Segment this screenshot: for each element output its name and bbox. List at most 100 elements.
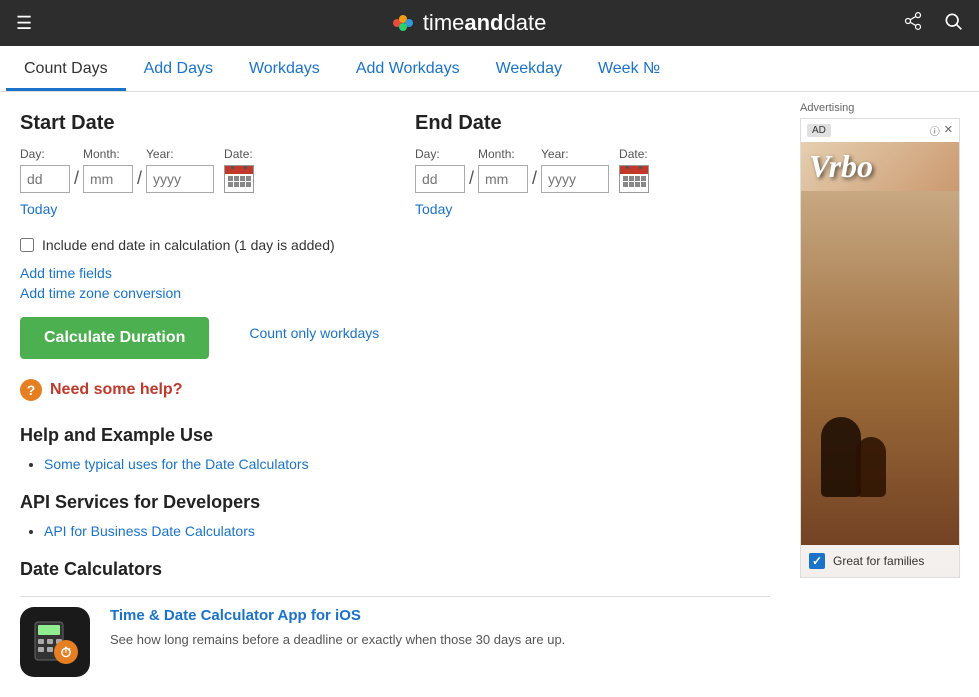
help-links-list: Some typical uses for the Date Calculato… (20, 456, 770, 472)
options-row: Add time fields Add time zone conversion… (20, 265, 770, 379)
list-item: API for Business Date Calculators (44, 523, 770, 539)
end-today-link[interactable]: Today (415, 201, 452, 217)
share-button[interactable] (903, 11, 923, 36)
cal-red-bar (225, 166, 253, 174)
start-day-label: Day: (20, 147, 70, 161)
app-promo-content: Time & Date Calculator App for iOS See h… (110, 607, 565, 677)
start-day-input[interactable] (20, 165, 70, 193)
action-links: Add time fields Add time zone conversion (20, 265, 209, 301)
start-year-label: Year: (146, 147, 214, 161)
start-sep-2: / (137, 168, 142, 189)
ad-close[interactable]: ✕ (944, 123, 953, 138)
ad-box: AD ⓘ ✕ Vrbo ✓ (800, 118, 960, 578)
start-date-fields: Day: / Month: / Year: Date: (20, 147, 375, 193)
content-area: Start Date Day: / Month: / Year: (0, 92, 790, 697)
end-cal-red-bar (620, 166, 648, 174)
start-month-input[interactable] (83, 165, 133, 193)
end-calendar-button[interactable] (619, 165, 649, 193)
ad-checkbox-area: ✓ Great for families (801, 545, 959, 577)
api-links-list: API for Business Date Calculators (20, 523, 770, 539)
api-link[interactable]: API for Business Date Calculators (44, 523, 255, 539)
end-day-label: Day: (415, 147, 465, 161)
cal-grid (226, 174, 253, 189)
include-end-date-checkbox[interactable] (20, 238, 34, 252)
start-date-label: Date: (224, 147, 253, 161)
search-icon (943, 11, 963, 31)
app-promo-title[interactable]: Time & Date Calculator App for iOS (110, 607, 565, 624)
end-year-input[interactable] (541, 165, 609, 193)
tab-week-no[interactable]: Week № (580, 46, 678, 91)
end-sep-1: / (469, 168, 474, 189)
svg-text:⏱: ⏱ (61, 644, 72, 660)
ad-image-area: ✓ Great for families (801, 191, 959, 577)
left-options: Add time fields Add time zone conversion… (20, 265, 209, 379)
ad-brand-text: Vrbo (801, 142, 959, 191)
help-text[interactable]: Need some help? (50, 381, 182, 399)
ad-checkbox-label: Great for families (833, 554, 924, 568)
end-date-title: End Date (415, 112, 770, 135)
person-silhouette-1 (821, 417, 861, 497)
add-timezone-link[interactable]: Add time zone conversion (20, 285, 209, 301)
right-options: Count only workdays (249, 265, 379, 379)
tab-add-days[interactable]: Add Days (126, 46, 231, 91)
start-month-label: Month: (83, 147, 133, 161)
app-icon-image: ⏱ (30, 617, 80, 667)
end-date-section: End Date Day: / Month: / Year: (415, 112, 770, 217)
start-year-input[interactable] (146, 165, 214, 193)
end-date-fields: Day: / Month: / Year: Date: (415, 147, 770, 193)
start-calendar-picker: Date: (224, 147, 254, 193)
end-cal-grid (621, 174, 648, 189)
share-icon (903, 11, 923, 31)
ad-controls: ⓘ ✕ (930, 123, 953, 138)
ad-checkbox: ✓ (809, 553, 825, 569)
end-date-label: Date: (619, 147, 648, 161)
start-year-group: Year: (146, 147, 214, 193)
include-end-date-label[interactable]: Include end date in calculation (1 day i… (42, 237, 335, 253)
logo-bird-icon (389, 12, 417, 34)
date-calc-title: Date Calculators (20, 559, 770, 580)
end-day-input[interactable] (415, 165, 465, 193)
menu-icon[interactable]: ☰ (16, 13, 32, 34)
count-workdays-link[interactable]: Count only workdays (249, 325, 379, 341)
api-title: API Services for Developers (20, 492, 770, 513)
help-section: ? Need some help? (20, 379, 770, 401)
start-day-group: Day: (20, 147, 70, 193)
add-time-fields-link[interactable]: Add time fields (20, 265, 209, 281)
app-promo-section: ⏱ Time & Date Calculator App for iOS See… (20, 596, 770, 677)
end-sep-2: / (532, 168, 537, 189)
tab-workdays[interactable]: Workdays (231, 46, 338, 91)
date-form-row: Start Date Day: / Month: / Year: (20, 112, 770, 217)
start-date-title: Start Date (20, 112, 375, 135)
app-icon: ⏱ (20, 607, 90, 677)
start-date-section: Start Date Day: / Month: / Year: (20, 112, 375, 217)
tab-add-workdays[interactable]: Add Workdays (338, 46, 478, 91)
tab-weekday[interactable]: Weekday (478, 46, 580, 91)
typical-uses-link[interactable]: Some typical uses for the Date Calculato… (44, 456, 309, 472)
start-sep-1: / (74, 168, 79, 189)
end-year-group: Year: (541, 147, 609, 193)
calculate-button[interactable]: Calculate Duration (20, 317, 209, 359)
header-icons (903, 11, 963, 36)
start-month-group: Month: (83, 147, 133, 193)
tab-count-days[interactable]: Count Days (6, 46, 126, 91)
search-button[interactable] (943, 11, 963, 36)
ad-label: Advertising (800, 102, 950, 114)
sidebar: Advertising AD ⓘ ✕ Vrbo (790, 92, 960, 697)
main-layout: Start Date Day: / Month: / Year: (0, 92, 979, 697)
ad-header: AD ⓘ ✕ (801, 119, 959, 142)
help-icon: ? (20, 379, 42, 401)
logo: timeanddate (389, 10, 547, 36)
app-promo-desc: See how long remains before a deadline o… (110, 630, 565, 650)
end-month-label: Month: (478, 147, 528, 161)
start-today-link[interactable]: Today (20, 201, 57, 217)
ad-badge: AD (807, 124, 831, 137)
list-item: Some typical uses for the Date Calculato… (44, 456, 770, 472)
help-examples-title: Help and Example Use (20, 425, 770, 446)
ad-adchoice: ⓘ (930, 123, 940, 138)
include-end-date-row: Include end date in calculation (1 day i… (20, 237, 770, 253)
end-calendar-picker: Date: (619, 147, 649, 193)
ad-inner: AD ⓘ ✕ Vrbo ✓ (801, 119, 959, 577)
end-month-input[interactable] (478, 165, 528, 193)
start-calendar-button[interactable] (224, 165, 254, 193)
person-silhouette-2 (856, 437, 886, 497)
